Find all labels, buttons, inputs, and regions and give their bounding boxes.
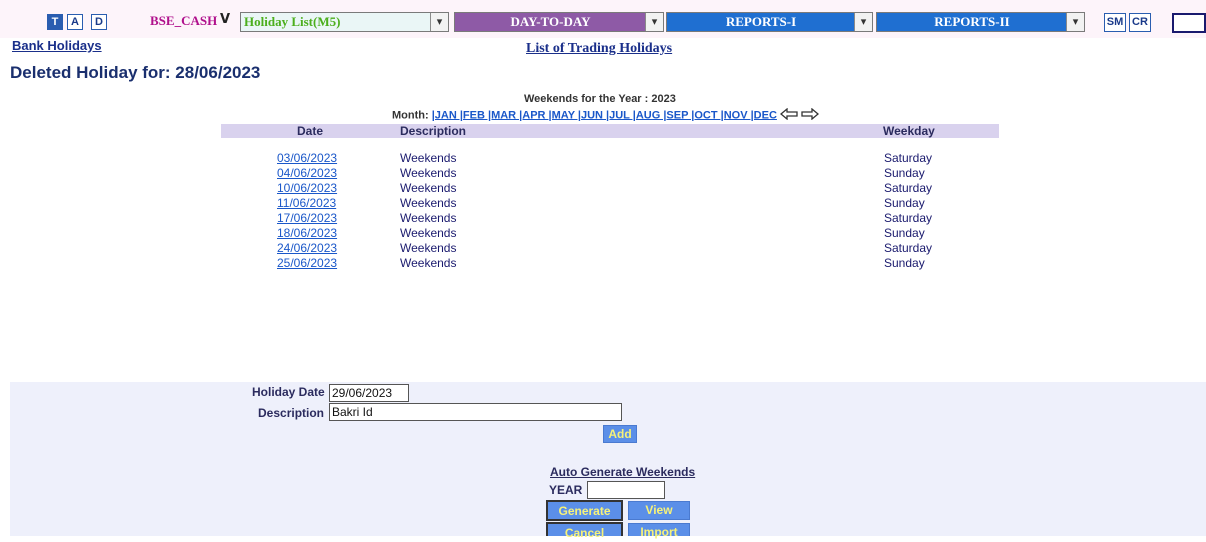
- table-row: 04/06/2023 Weekends Sunday: [0, 166, 1000, 181]
- holiday-list-select[interactable]: Holiday List(M5) ▾: [240, 12, 449, 32]
- header-date: Date: [297, 124, 324, 138]
- month-links[interactable]: |JAN |FEB |MAR |APR |MAY |JUN |JUL |AUG …: [432, 109, 777, 121]
- date-link[interactable]: 03/06/2023: [277, 151, 337, 166]
- description-cell: Weekends: [400, 211, 457, 225]
- reports-i-select[interactable]: REPORTS-I ▾: [666, 12, 873, 32]
- date-link[interactable]: 11/06/2023: [277, 196, 336, 211]
- table-row: 11/06/2023 Weekends Sunday: [0, 196, 1000, 211]
- weekday-cell: Saturday: [884, 241, 933, 255]
- weekday-cell: Saturday: [884, 211, 933, 225]
- add-button[interactable]: Add: [603, 425, 637, 443]
- description-cell: Weekends: [400, 226, 457, 240]
- exchange-select[interactable]: BSE_CASH V: [147, 12, 239, 32]
- header-description: Description: [400, 124, 467, 138]
- weekday-cell: Sunday: [884, 226, 925, 240]
- bank-holidays-link[interactable]: Bank Holidays: [12, 38, 102, 53]
- description-input[interactable]: Bakri Id: [329, 403, 622, 421]
- description-cell: Weekends: [400, 241, 457, 255]
- d-button[interactable]: D: [91, 14, 107, 30]
- date-link[interactable]: 24/06/2023: [277, 241, 337, 256]
- day-to-day-label: DAY-TO-DAY: [510, 14, 591, 29]
- table-body: 03/06/2023 Weekends Saturday 04/06/2023 Week…: [0, 151, 1000, 276]
- description-cell: Weekends: [400, 166, 457, 180]
- weekends-title: Weekends for the Year : 2023: [524, 93, 676, 105]
- holiday-date-label: Holiday Date: [252, 385, 325, 399]
- t-button[interactable]: T: [47, 14, 63, 30]
- description-cell: Weekends: [400, 196, 457, 210]
- date-link[interactable]: 17/06/2023: [277, 211, 337, 226]
- import-button[interactable]: Import: [628, 523, 690, 539]
- date-link[interactable]: 04/06/2023: [277, 166, 337, 181]
- extra-box[interactable]: [1172, 13, 1206, 33]
- chevron-down-icon: ▾: [854, 13, 872, 31]
- deleted-holiday-message: Deleted Holiday for: 28/06/2023: [10, 63, 261, 82]
- exchange-label: BSE_CASH: [150, 13, 218, 28]
- header-weekday: Weekday: [883, 124, 935, 138]
- holiday-list-label: Holiday List(M5): [244, 14, 341, 29]
- date-link[interactable]: 10/06/2023: [277, 181, 337, 196]
- arrow-left-icon[interactable]: [779, 107, 798, 123]
- view-button[interactable]: View: [628, 501, 690, 520]
- description-cell: Weekends: [400, 181, 457, 195]
- description-cell: Weekends: [400, 256, 457, 270]
- day-to-day-select[interactable]: DAY-TO-DAY ▾: [454, 12, 664, 32]
- chevron-down-icon: ▾: [645, 13, 663, 31]
- a-button[interactable]: A: [67, 14, 83, 30]
- reports-ii-select[interactable]: REPORTS-II ▾: [876, 12, 1085, 32]
- weekday-cell: Saturday: [884, 151, 933, 165]
- description-cell: Weekends: [400, 151, 457, 165]
- date-link[interactable]: 18/06/2023: [277, 226, 337, 241]
- weekday-cell: Sunday: [884, 196, 925, 210]
- table-row: 17/06/2023 Weekends Saturday: [0, 211, 1000, 226]
- year-input[interactable]: [587, 481, 665, 499]
- reports-i-label: REPORTS-I: [725, 14, 797, 29]
- table-row: 03/06/2023 Weekends Saturday: [0, 151, 1000, 166]
- year-label: YEAR: [549, 483, 583, 497]
- weekday-cell: Sunday: [884, 256, 925, 270]
- sm-button[interactable]: SM: [1104, 13, 1126, 32]
- cancel-button[interactable]: Cancel: [546, 522, 623, 540]
- weekday-cell: Sunday: [884, 166, 925, 180]
- chevron-down-icon: ▾: [1066, 13, 1084, 31]
- weekday-cell: Saturday: [884, 181, 933, 195]
- generate-button[interactable]: Generate: [546, 500, 623, 521]
- holiday-date-input[interactable]: 29/06/2023: [329, 384, 409, 402]
- description-label: Description: [258, 406, 325, 420]
- arrow-right-icon[interactable]: [801, 107, 820, 123]
- list-of-trading-holidays-link[interactable]: List of Trading Holidays: [526, 41, 672, 57]
- chevron-down-icon: V: [220, 12, 231, 27]
- table-header: Date Description Weekday: [221, 124, 999, 138]
- reports-ii-label: REPORTS-II: [934, 14, 1010, 29]
- table-row: 10/06/2023 Weekends Saturday: [0, 181, 1000, 196]
- auto-generate-title: Auto Generate Weekends: [550, 465, 696, 479]
- month-nav: Month: |JAN |FEB |MAR |APR |MAY |JUN |JU…: [392, 107, 820, 123]
- cr-button[interactable]: CR: [1129, 13, 1151, 32]
- chevron-down-icon: ▾: [430, 13, 448, 31]
- table-row: 24/06/2023 Weekends Saturday: [0, 241, 1000, 256]
- date-link[interactable]: 25/06/2023: [277, 256, 337, 271]
- table-row: 18/06/2023 Weekends Sunday: [0, 226, 1000, 241]
- table-row: 25/06/2023 Weekends Sunday: [0, 256, 1000, 271]
- month-label: Month:: [392, 109, 429, 122]
